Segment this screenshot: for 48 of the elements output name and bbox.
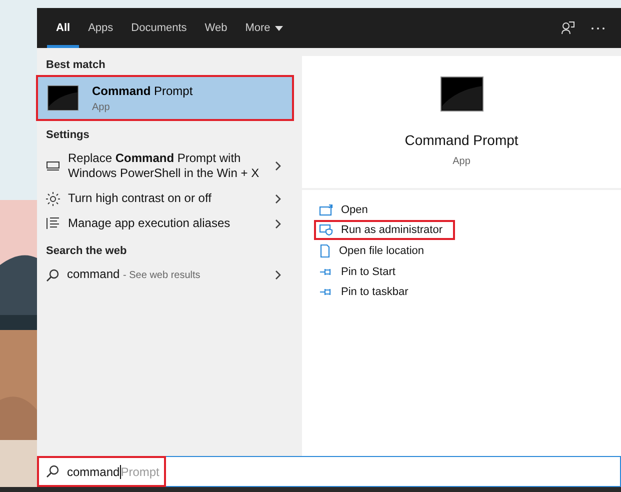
settings-label: Turn high contrast on or off [68,191,212,206]
web-query: command [67,267,120,281]
search-box[interactable]: command Prompt [37,456,621,487]
tab[interactable]: All [47,8,80,48]
chevron-icon [275,270,281,280]
result-item[interactable]: Command Prompt App [37,76,293,120]
shield-icon [319,224,333,236]
result-title: Command Prompt [92,84,193,98]
list-icon [46,217,60,230]
pin-icon [319,267,333,277]
result-type: App [92,102,111,112]
action-item[interactable]: Run as administrator [316,222,452,238]
window-icon [319,204,333,216]
settings-label: Replace Command Prompt with Windows PowerShell in the Win + X [68,151,260,181]
settings-item[interactable]: Replace Command Prompt with Windows PowerShell in the Win + X [37,146,293,186]
web-search-item[interactable]: command - See web results [37,262,293,288]
settings-item[interactable]: Manage app execution aliases [37,211,293,236]
tab[interactable]: Apps [79,8,122,48]
section-heading: Best match [45,58,106,73]
chevron-icon [275,218,281,228]
tab[interactable]: More [236,8,292,48]
more-icon [591,26,605,30]
terminal-icon [440,76,484,112]
action-item[interactable]: Pin to Start [316,264,406,280]
app-type: App [452,156,470,167]
settings-item[interactable]: Turn high contrast on or off [37,186,293,211]
app-title: Command Prompt [404,132,518,148]
chevron-icon [275,194,281,204]
web-hint: - See web results [123,270,200,281]
search-suggestion: Prompt [120,464,160,478]
search-icon [46,268,59,282]
search-icon [46,465,59,478]
action-item[interactable]: Open [316,202,378,218]
settings-label: Manage app execution aliases [68,216,232,231]
tab[interactable]: Web [196,8,236,48]
tab[interactable]: Documents [122,8,196,48]
action-item[interactable]: Open file location [316,242,434,260]
terminal-icon [46,85,80,111]
document-icon [319,244,331,258]
person-feedback-icon [561,21,575,35]
section-heading: Settings [45,128,90,143]
search-text: command [67,464,121,478]
section-heading: Search the web [45,244,128,259]
monitor-icon [46,161,60,171]
action-item[interactable]: Pin to taskbar [316,284,418,300]
pin-icon [319,287,333,297]
chevron-icon [275,161,281,171]
sun-icon [46,192,60,206]
